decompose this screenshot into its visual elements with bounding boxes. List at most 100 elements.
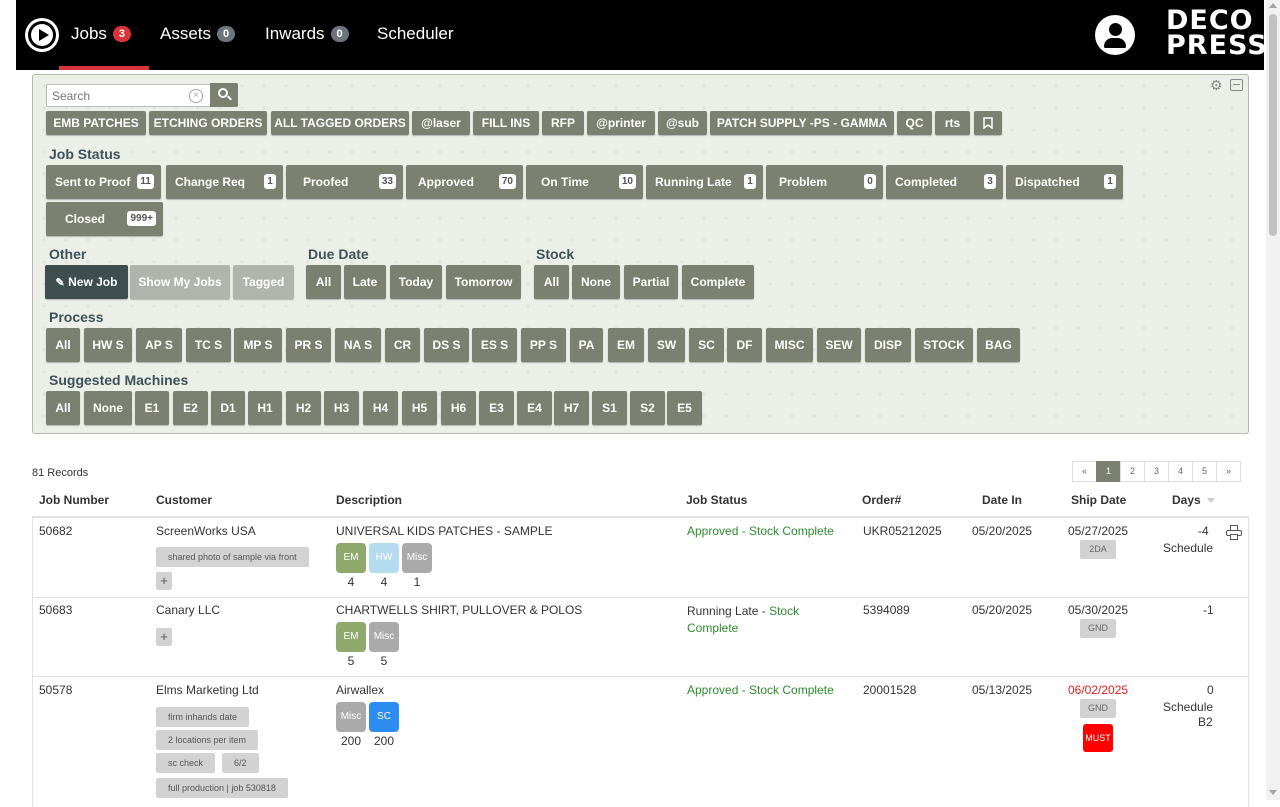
process-ds-s[interactable]: DS S (424, 328, 469, 362)
process-badge-misc[interactable]: Misc (369, 622, 399, 652)
saved-filter-qc[interactable]: QC (897, 111, 932, 135)
add-tag-button[interactable]: + (156, 628, 172, 646)
stock-all[interactable]: All (534, 265, 569, 299)
nav-inwards[interactable]: Inwards 0 (265, 24, 349, 44)
nav-scheduler[interactable]: Scheduler (377, 24, 454, 44)
pager-page-2[interactable]: 2 (1120, 461, 1145, 482)
col-days[interactable]: Days (1172, 493, 1215, 507)
process-badge-misc[interactable]: Misc (336, 702, 366, 732)
status-change-req[interactable]: Change Req 1 (166, 165, 283, 199)
process-sw[interactable]: SW (648, 328, 685, 362)
machine-none[interactable]: None (84, 391, 132, 425)
status-proofed[interactable]: Proofed 33 (286, 165, 403, 199)
process-hw-s[interactable]: HW S (84, 328, 132, 362)
status-dispatched[interactable]: Dispatched 1 (1006, 165, 1123, 199)
table-row[interactable]: 50578 Elms Marketing Ltd firm inhands da… (32, 677, 1249, 807)
status-sent-to-proof[interactable]: Sent to Proof 11 (46, 165, 161, 199)
schedule-link[interactable]: Schedule (1163, 541, 1213, 555)
col-description[interactable]: Description (336, 493, 402, 507)
machine-e5[interactable]: E5 (667, 391, 702, 425)
scroll-up-arrow-icon[interactable] (1269, 3, 1277, 8)
col-job-number[interactable]: Job Number (39, 493, 109, 507)
status-on-time[interactable]: On Time 10 (526, 165, 643, 199)
status-approved[interactable]: Approved 70 (406, 165, 523, 199)
job-description[interactable]: CHARTWELLS SHIRT, PULLOVER & POLOS (336, 603, 582, 617)
nav-jobs[interactable]: Jobs 3 (71, 24, 132, 44)
new-job-button[interactable]: ✎ New Job (45, 265, 128, 299)
process-bag[interactable]: BAG (977, 328, 1020, 362)
machine-h2[interactable]: H2 (286, 391, 321, 425)
process-ap-s[interactable]: AP S (136, 328, 182, 362)
saved-filter-laser[interactable]: @laser (412, 111, 470, 135)
process-df[interactable]: DF (727, 328, 762, 362)
status-closed[interactable]: Closed 999+ (46, 202, 163, 236)
machine-h7[interactable]: H7 (554, 391, 589, 425)
process-pa[interactable]: PA (570, 328, 603, 362)
process-badge-sc[interactable]: SC (369, 702, 399, 732)
scroll-down-arrow-icon[interactable] (1269, 790, 1277, 795)
stock-partial[interactable]: Partial (624, 265, 678, 299)
schedule-link[interactable]: Schedule (1163, 700, 1213, 714)
col-date-in[interactable]: Date In (982, 493, 1022, 507)
show-my-jobs-button[interactable]: Show My Jobs (130, 265, 230, 299)
clear-search-icon[interactable]: × (189, 89, 203, 103)
machine-h4[interactable]: H4 (363, 391, 398, 425)
job-note-tag[interactable]: 2 locations per item (156, 730, 259, 750)
machine-e4[interactable]: E4 (517, 391, 552, 425)
process-all[interactable]: All (46, 328, 80, 362)
add-tag-button[interactable]: + (156, 572, 172, 590)
machine-h3[interactable]: H3 (324, 391, 359, 425)
pager-page-4[interactable]: 4 (1168, 461, 1193, 482)
bookmark-filter-button[interactable] (974, 111, 1002, 135)
saved-filter-patch-supply[interactable]: PATCH SUPPLY -PS - GAMMA (710, 111, 894, 135)
scrollbar-thumb[interactable] (1269, 14, 1277, 236)
machine-s1[interactable]: S1 (592, 391, 627, 425)
job-description[interactable]: UNIVERSAL KIDS PATCHES - SAMPLE (336, 524, 553, 538)
process-mp-s[interactable]: MP S (234, 328, 282, 362)
pager-page-1[interactable]: 1 (1096, 461, 1121, 482)
order-number[interactable]: 5394089 (863, 603, 910, 617)
process-stock[interactable]: STOCK (915, 328, 973, 362)
job-note-tag[interactable]: full production | job 530818 (156, 778, 288, 798)
table-row[interactable]: 50682 ScreenWorks USA shared photo of sa… (32, 518, 1249, 598)
process-badge-hw[interactable]: HW (369, 543, 399, 573)
saved-filter-rfp[interactable]: RFP (542, 111, 584, 135)
pager-next[interactable]: » (1216, 461, 1241, 482)
saved-filter-sub[interactable]: @sub (658, 111, 707, 135)
play-logo-icon[interactable] (25, 18, 59, 52)
status-completed[interactable]: Completed 3 (886, 165, 1003, 199)
saved-filter-all-tagged[interactable]: ALL TAGGED ORDERS (271, 111, 409, 135)
process-na-s[interactable]: NA S (335, 328, 381, 362)
job-note-tag[interactable]: firm inhands date (156, 707, 250, 727)
process-pp-s[interactable]: PP S (521, 328, 566, 362)
due-date-today[interactable]: Today (390, 265, 442, 299)
col-job-status[interactable]: Job Status (686, 493, 747, 507)
machine-e2[interactable]: E2 (173, 391, 208, 425)
search-button[interactable] (210, 83, 238, 107)
gear-icon[interactable]: ⚙ (1210, 78, 1224, 92)
stock-none[interactable]: None (572, 265, 620, 299)
nav-assets[interactable]: Assets 0 (160, 24, 236, 44)
job-note-tag[interactable]: 6/2 (222, 753, 259, 773)
process-badge-em[interactable]: EM (336, 543, 366, 573)
customer-name[interactable]: ScreenWorks USA (156, 524, 256, 538)
print-icon[interactable] (1226, 525, 1242, 540)
process-pr-s[interactable]: PR S (286, 328, 331, 362)
status-running-late[interactable]: Running Late 1 (646, 165, 763, 199)
process-sc[interactable]: SC (689, 328, 724, 362)
tagged-button[interactable]: Tagged (233, 265, 294, 299)
process-misc[interactable]: MISC (766, 328, 813, 362)
process-badge-misc[interactable]: Misc (402, 543, 432, 573)
process-em[interactable]: EM (608, 328, 644, 362)
machine-all[interactable]: All (46, 391, 80, 425)
pager-page-5[interactable]: 5 (1192, 461, 1217, 482)
col-customer[interactable]: Customer (156, 493, 212, 507)
process-sew[interactable]: SEW (817, 328, 861, 362)
machine-h6[interactable]: H6 (441, 391, 476, 425)
customer-name[interactable]: Elms Marketing Ltd (156, 683, 259, 697)
process-badge-em[interactable]: EM (336, 622, 366, 652)
col-order[interactable]: Order# (862, 493, 901, 507)
status-problem[interactable]: Problem 0 (766, 165, 883, 199)
process-disp[interactable]: DISP (865, 328, 911, 362)
job-note-tag[interactable]: sc check (156, 753, 216, 773)
